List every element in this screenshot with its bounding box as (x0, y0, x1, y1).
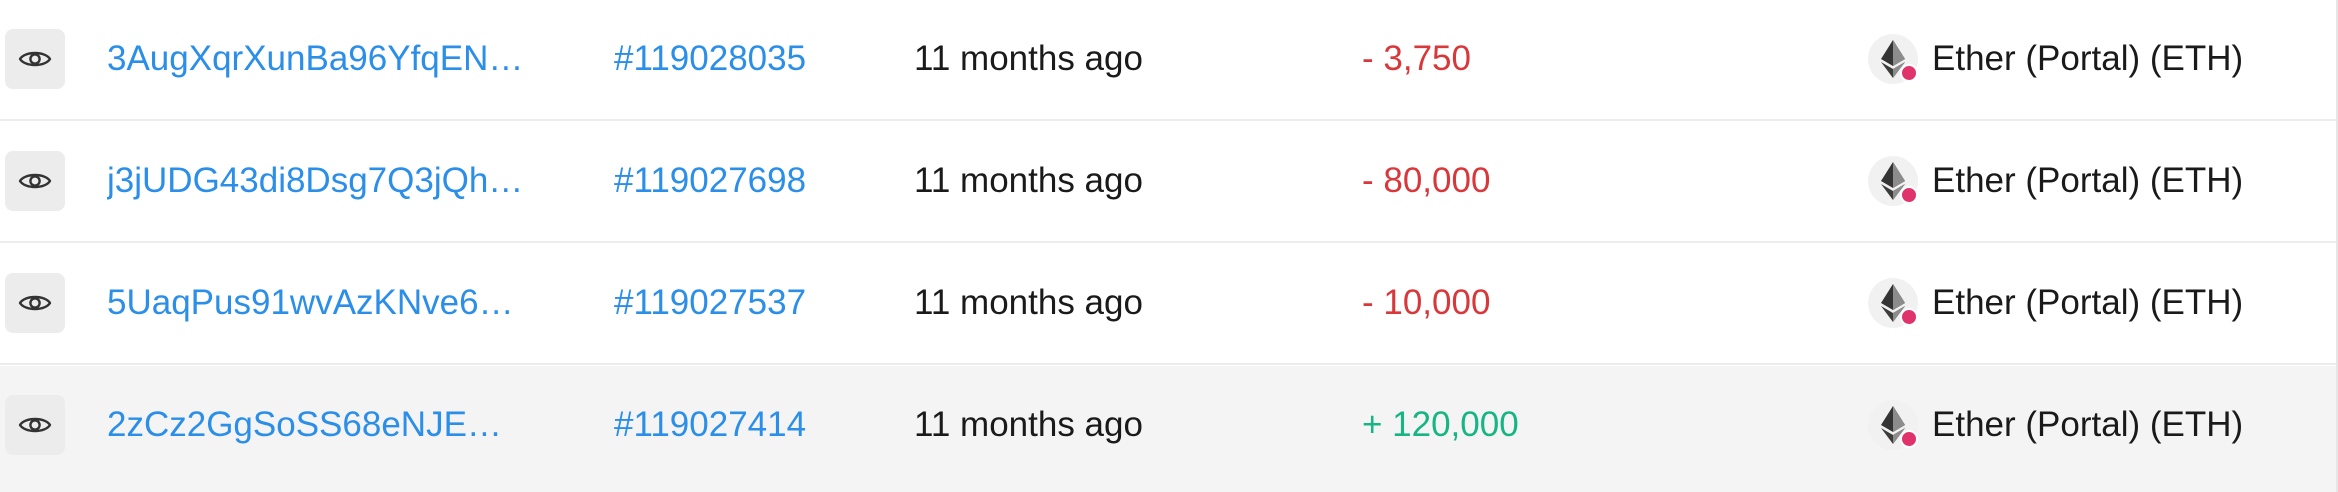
transfer-value: - 3,750 (1362, 39, 1471, 78)
block-number-link[interactable]: #119028035 (614, 39, 806, 79)
token-link[interactable]: Ether (Portal) (ETH) (1932, 39, 2243, 79)
tx-age: 11 months ago (914, 39, 1143, 78)
eye-icon (18, 173, 52, 189)
view-details-button[interactable] (5, 151, 65, 211)
token-logo (1868, 156, 1918, 206)
table-row: j3jUDG43di8Dsg7Q3jQhst… #119027698 11 mo… (0, 122, 2336, 243)
eye-icon (18, 295, 52, 311)
token-logo (1868, 278, 1918, 328)
block-number-link[interactable]: #119027537 (614, 283, 806, 323)
tx-age: 11 months ago (914, 283, 1143, 322)
tx-hash-link[interactable]: 2zCz2GgSoSS68eNJENW… (107, 405, 527, 445)
block-number-link[interactable]: #119027414 (614, 405, 806, 445)
token-logo (1868, 400, 1918, 450)
tx-age: 11 months ago (914, 161, 1143, 200)
block-number-link[interactable]: #119027698 (614, 161, 806, 201)
view-details-button[interactable] (5, 395, 65, 455)
view-details-button[interactable] (5, 273, 65, 333)
token-link[interactable]: Ether (Portal) (ETH) (1932, 405, 2243, 445)
network-badge-icon (1900, 186, 1918, 204)
token-link[interactable]: Ether (Portal) (ETH) (1932, 161, 2243, 201)
tx-hash-link[interactable]: 5UaqPus91wvAzKNve6L… (107, 283, 527, 323)
token-logo (1868, 34, 1918, 84)
table-row: 3AugXqrXunBa96YfqENh… #119028035 11 mont… (0, 0, 2336, 121)
transfer-value: - 80,000 (1362, 161, 1491, 200)
transfer-value: + 120,000 (1362, 405, 1519, 444)
network-badge-icon (1900, 308, 1918, 326)
token-transfers-table: 3AugXqrXunBa96YfqENh… #119028035 11 mont… (0, 0, 2338, 492)
network-badge-icon (1900, 64, 1918, 82)
table-row: 5UaqPus91wvAzKNve6L… #119027537 11 month… (0, 244, 2336, 365)
network-badge-icon (1900, 430, 1918, 448)
transfer-value: - 10,000 (1362, 283, 1491, 322)
table-row: 2zCz2GgSoSS68eNJENW… #119027414 11 month… (0, 366, 2336, 492)
token-link[interactable]: Ether (Portal) (ETH) (1932, 283, 2243, 323)
tx-age: 11 months ago (914, 405, 1143, 444)
eye-icon (18, 417, 52, 433)
view-details-button[interactable] (5, 29, 65, 89)
tx-hash-link[interactable]: j3jUDG43di8Dsg7Q3jQhst… (107, 161, 527, 201)
eye-icon (18, 51, 52, 67)
tx-hash-link[interactable]: 3AugXqrXunBa96YfqENh… (107, 39, 527, 79)
